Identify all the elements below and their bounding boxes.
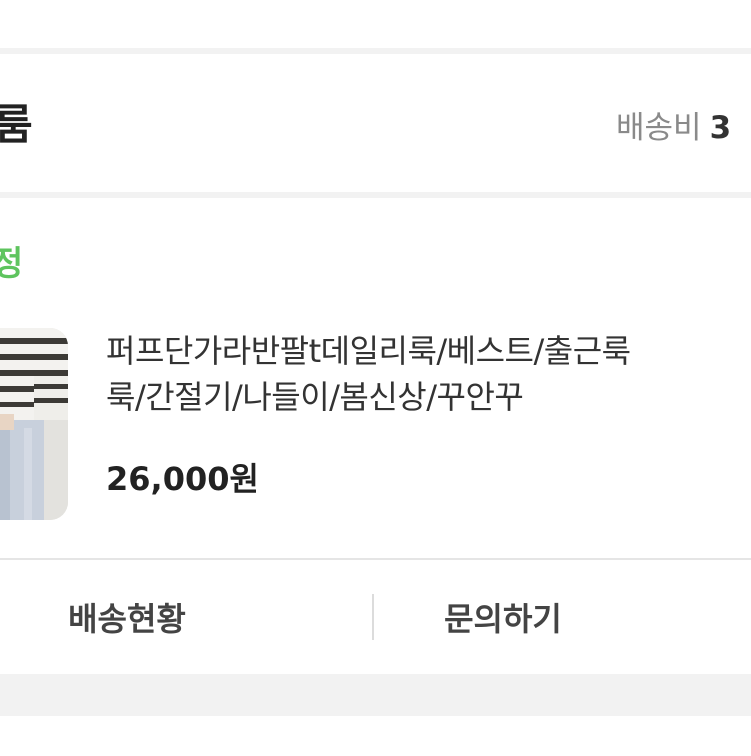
previous-section — [0, 0, 751, 48]
product-title-line-2: 룩/간절기/나들이/봄신상/꾸안꾸 — [106, 378, 524, 416]
product-photo-image — [0, 328, 68, 520]
shipping-status-button[interactable]: 배송현황 — [0, 560, 254, 674]
store-name[interactable]: 룸 — [0, 98, 33, 152]
product-title[interactable]: 퍼프단가라반팔t데일리룩/베스트/출근룩 룩/간절기/나들이/봄신상/꾸안꾸 — [106, 328, 751, 420]
shipping-fee-label: 배송비 — [616, 110, 702, 146]
actions-separator — [372, 594, 374, 640]
inquiry-button[interactable]: 문의하기 — [380, 560, 626, 674]
product-thumbnail[interactable] — [0, 328, 68, 520]
next-section — [0, 716, 751, 756]
order-actions: 배송현황 문의하기 — [0, 560, 751, 674]
shipping-fee: 배송비 3 — [616, 106, 731, 150]
product-title-line-1: 퍼프단가라반팔t데일리룩/베스트/출근룩 — [106, 332, 631, 370]
order-status: 정 — [0, 244, 24, 284]
product-price: 26,000원 — [106, 460, 259, 498]
shipping-fee-value: 3 — [709, 110, 732, 146]
